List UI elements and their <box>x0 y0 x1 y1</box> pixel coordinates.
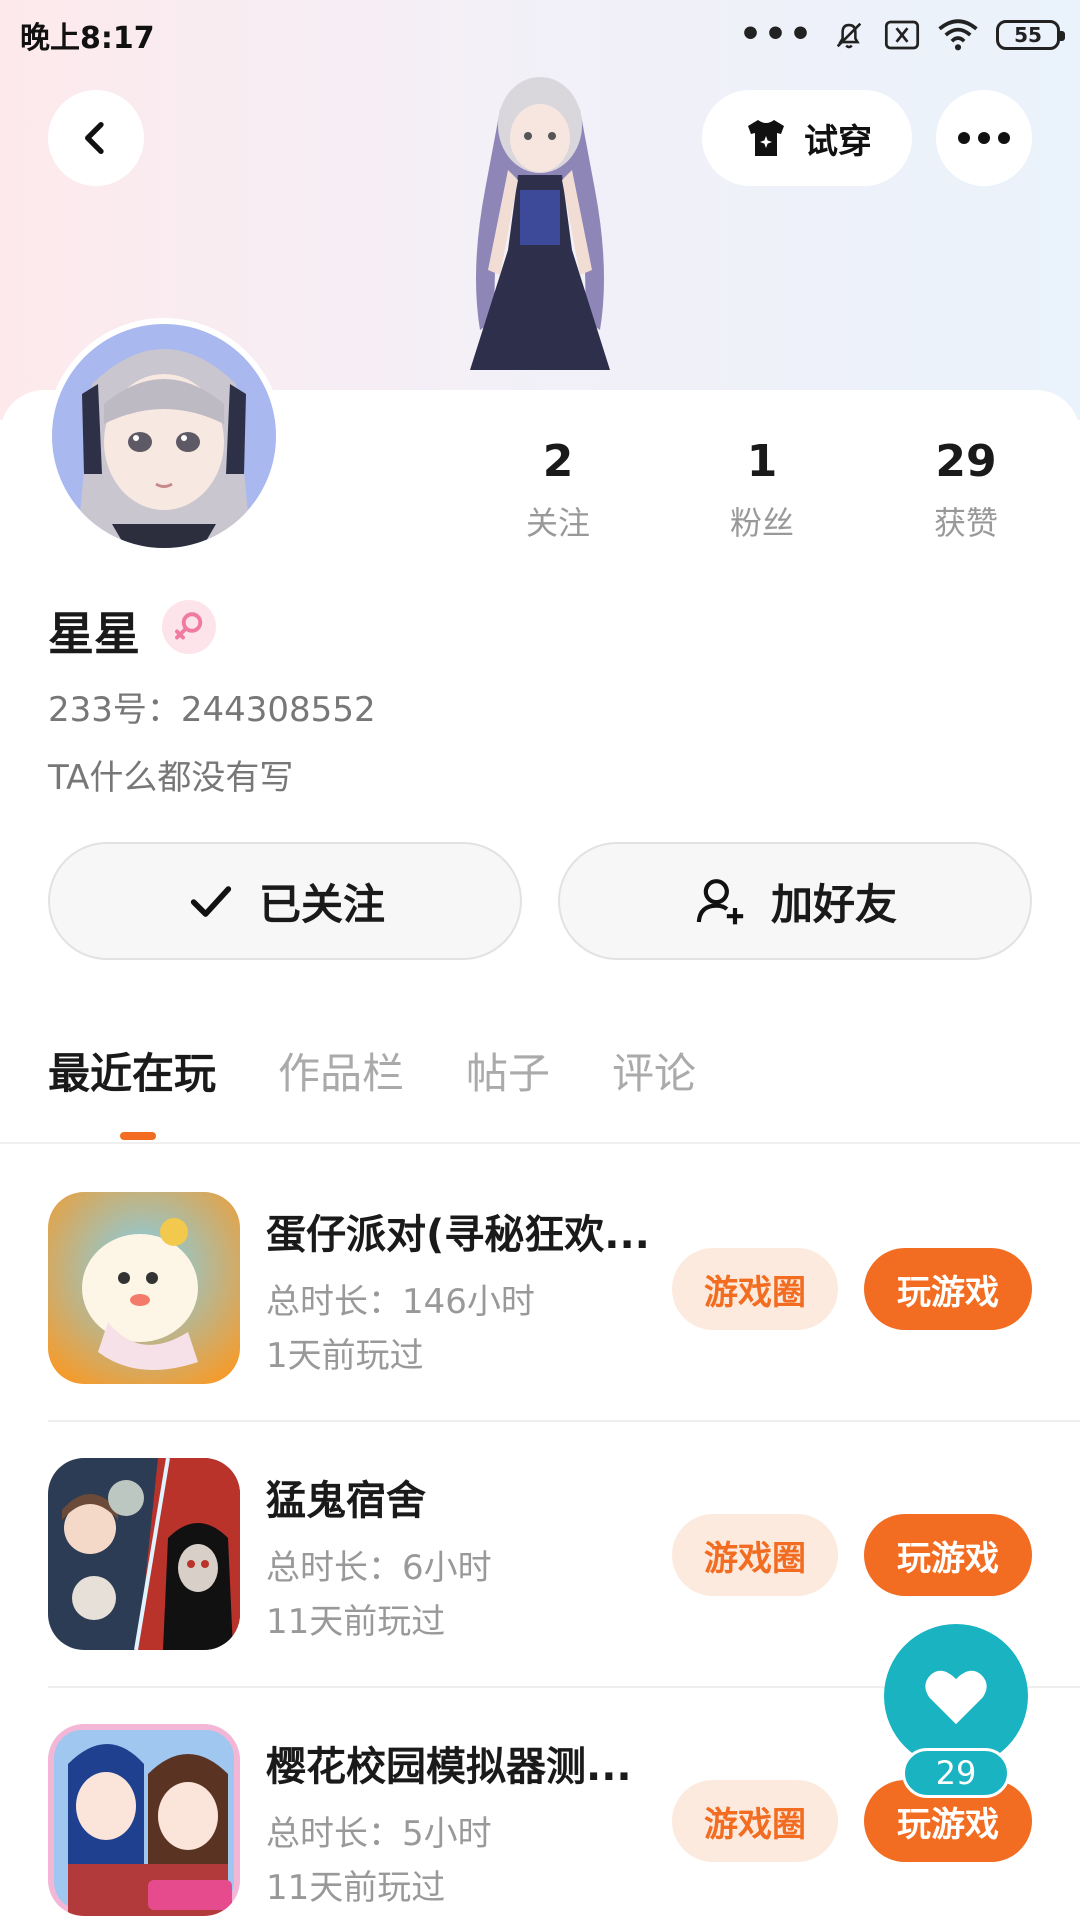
game-circle-button[interactable]: 游戏圈 <box>672 1514 838 1596</box>
more-notifications-icon: ••• <box>738 14 814 55</box>
game-total-time: 总时长：5小时 <box>266 1814 492 1854</box>
game-icon-eggy-party[interactable] <box>48 1192 240 1384</box>
try-on-button[interactable]: 试穿 <box>702 90 912 186</box>
chevron-left-icon <box>85 122 104 154</box>
game-icon-sakura-school[interactable] <box>48 1724 240 1916</box>
try-on-label: 试穿 <box>804 121 872 162</box>
game-total-time: 总时长：6小时 <box>266 1548 492 1588</box>
bell-muted-icon <box>836 22 862 49</box>
followed-button[interactable]: 已关注 <box>48 842 522 960</box>
add-friend-button[interactable]: 加好友 <box>558 842 1032 960</box>
game-last-played: 1天前玩过 <box>266 1336 424 1376</box>
eggy-party-icon <box>48 1192 240 1384</box>
game-circle-button[interactable]: 游戏圈 <box>672 1248 838 1330</box>
battery-icon: 55 <box>996 20 1065 50</box>
game-last-played: 11天前玩过 <box>266 1868 446 1908</box>
sakura-school-icon <box>48 1724 240 1916</box>
female-icon <box>175 612 203 640</box>
game-total-time: 总时长：146小时 <box>266 1282 535 1322</box>
stat-likes[interactable]: 29 获赞 <box>886 432 1046 544</box>
status-icons: ••• 55 <box>738 14 1065 55</box>
active-tab-indicator <box>120 1132 156 1140</box>
profile-tabs: 最近在玩 作品栏 帖子 评论 <box>48 1040 696 1101</box>
status-time: 晚上8:17 <box>20 21 155 56</box>
play-game-button[interactable]: 玩游戏 <box>864 1514 1032 1596</box>
like-button[interactable] <box>884 1624 1028 1768</box>
back-button[interactable] <box>48 90 144 186</box>
status-bar: 晚上8:17 ••• 55 <box>0 0 1080 70</box>
following-count: 2 <box>542 436 574 487</box>
user-id: 233号：244308552 <box>48 690 376 730</box>
avatar-character-figure <box>470 77 610 370</box>
avatar-image <box>52 324 276 548</box>
stat-fans[interactable]: 1 粉丝 <box>682 432 842 544</box>
following-label: 关注 <box>525 504 590 542</box>
user-name: 星星 <box>48 607 140 661</box>
fans-label: 粉丝 <box>729 504 794 542</box>
add-friend-label: 加好友 <box>770 879 897 929</box>
haunted-dorm-icon <box>48 1458 240 1650</box>
tabs-divider <box>0 1142 1080 1144</box>
game-name: 樱花校园模拟器测... <box>266 1744 632 1790</box>
tab-comments[interactable]: 评论 <box>612 1040 696 1101</box>
game-icon-haunted-dorm[interactable] <box>48 1458 240 1650</box>
check-icon <box>190 886 232 917</box>
add-user-icon <box>696 879 744 925</box>
list-divider <box>48 1420 1080 1422</box>
user-bio: TA什么都没有写 <box>48 758 294 798</box>
like-count-badge: 29 <box>902 1748 1010 1798</box>
likes-label: 获赞 <box>933 504 998 542</box>
sim-error-icon <box>884 20 920 50</box>
heart-icon <box>925 1670 987 1725</box>
play-game-button[interactable]: 玩游戏 <box>864 1248 1032 1330</box>
avatar[interactable] <box>46 318 282 554</box>
game-circle-button[interactable]: 游戏圈 <box>672 1780 838 1862</box>
gender-badge <box>162 600 216 654</box>
tab-works[interactable]: 作品栏 <box>278 1040 404 1101</box>
more-horizontal-icon <box>958 132 1010 144</box>
fans-count: 1 <box>746 436 778 487</box>
game-last-played: 11天前玩过 <box>266 1602 446 1642</box>
list-item[interactable]: 蛋仔派对(寻秘狂欢... 总时长：146小时 1天前玩过 游戏圈 玩游戏 <box>0 1192 1080 1452</box>
likes-count: 29 <box>935 436 997 487</box>
followed-label: 已关注 <box>258 879 385 929</box>
wifi-icon <box>938 19 978 51</box>
game-name: 猛鬼宿舍 <box>266 1478 426 1524</box>
game-name: 蛋仔派对(寻秘狂欢... <box>266 1212 650 1258</box>
stat-following[interactable]: 2 关注 <box>478 432 638 544</box>
tshirt-sparkle-icon <box>748 120 784 156</box>
tab-recently-played[interactable]: 最近在玩 <box>48 1040 216 1101</box>
tab-posts[interactable]: 帖子 <box>466 1040 550 1101</box>
more-options-button[interactable] <box>936 90 1032 186</box>
